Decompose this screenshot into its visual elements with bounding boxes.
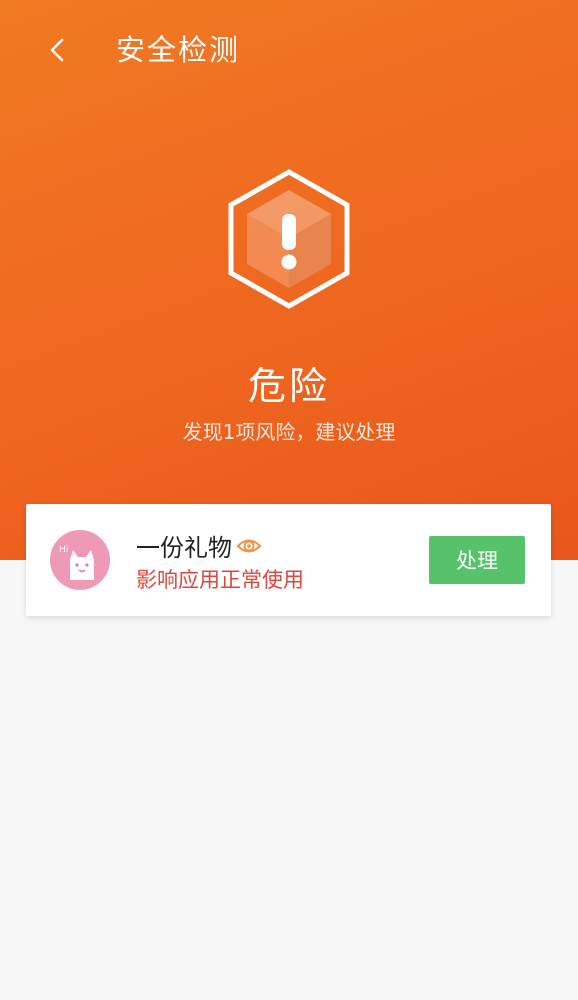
status-title: 危险 [247, 364, 330, 408]
warning-hexagon-icon [228, 169, 350, 309]
handle-button[interactable]: 处理 [429, 536, 525, 584]
eye-icon [236, 539, 262, 552]
svg-text:Hi: Hi [59, 545, 68, 555]
app-name-label: 一份礼物 [136, 534, 232, 562]
top-bar: 安全检测 [0, 0, 578, 104]
risk-description: 影响应用正常使用 [136, 568, 304, 592]
risk-item-card[interactable]: Hi 一份礼物 影响应用正常使用 处理 [26, 504, 551, 616]
header-banner: 安全检测 危险 发现1项风险，建议处理 [0, 0, 578, 560]
page-title: 安全检测 [116, 33, 241, 67]
app-name: 一份礼物 [136, 528, 262, 563]
status-subtitle: 发现1项风险，建议处理 [182, 420, 396, 444]
back-button[interactable] [36, 28, 80, 72]
cat-avatar-icon: Hi [50, 530, 110, 590]
chevron-left-icon [50, 38, 64, 62]
